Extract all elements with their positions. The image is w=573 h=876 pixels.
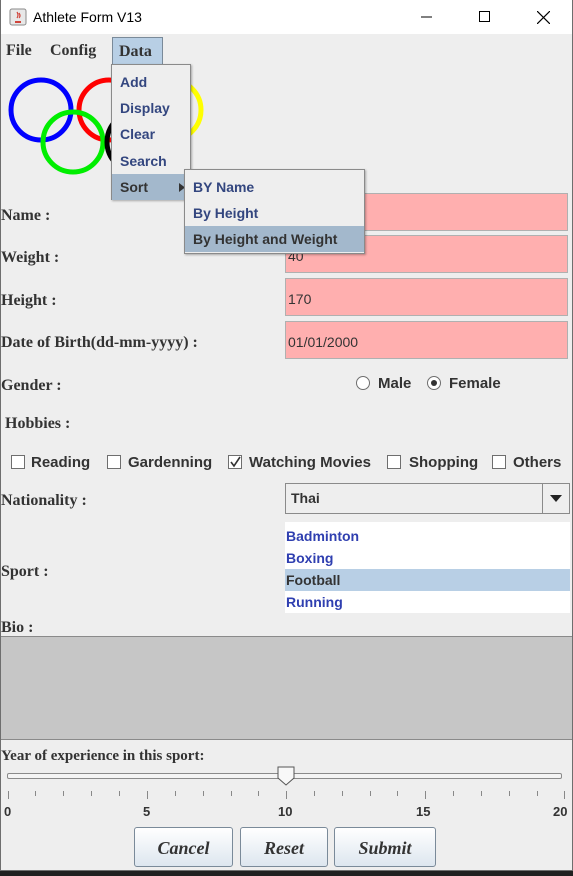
submit-button[interactable]: Submit [334, 827, 436, 867]
slider-minor-tick [397, 791, 398, 796]
hobby-others-checkbox[interactable] [492, 455, 506, 469]
slider-minor-tick [537, 791, 538, 796]
slider-minor-tick [203, 791, 204, 796]
slider-minor-tick [453, 791, 454, 796]
minimize-button[interactable] [398, 0, 456, 34]
title-bar: Athlete Form V13 [1, 0, 572, 34]
slider-tick-label: 5 [143, 804, 151, 819]
menu-data[interactable]: Data [112, 37, 163, 65]
gender-male-radio[interactable] [356, 376, 370, 390]
hobby-others-label: Others [513, 454, 562, 471]
slider-tick-label: 10 [278, 804, 293, 819]
hobby-gardenning-label: Gardenning [128, 454, 213, 471]
hobby-reading-label: Reading [31, 454, 91, 471]
sport-item-football[interactable]: Football [285, 569, 570, 591]
chevron-down-icon [550, 495, 562, 502]
sort-item-by-height[interactable]: By Height [185, 200, 364, 226]
slider-major-tick [286, 791, 287, 799]
sport-item-badminton[interactable]: Badminton [285, 525, 570, 547]
java-app-icon [9, 8, 27, 26]
close-icon [536, 10, 550, 24]
height-label: Height : [1, 292, 57, 309]
slider-tick-label: 20 [553, 804, 568, 819]
dob-label: Date of Birth(dd-mm-yyyy) : [1, 334, 198, 351]
cancel-button[interactable]: Cancel [134, 827, 233, 867]
hobby-reading-checkbox[interactable] [11, 455, 25, 469]
sport-item-running[interactable]: Running [285, 591, 570, 613]
weight-label: Weight : [1, 249, 60, 266]
gender-female-radio[interactable] [427, 376, 441, 390]
slider-minor-tick [35, 791, 36, 796]
sort-item-by-height-and-weight[interactable]: By Height and Weight [185, 226, 364, 252]
height-field[interactable]: 170 [285, 278, 568, 316]
maximize-button[interactable] [456, 0, 514, 34]
slider-major-tick [147, 791, 148, 799]
gender-label: Gender : [1, 377, 62, 394]
hobby-watching-movies-checkbox[interactable] [228, 455, 242, 469]
nationality-combobox[interactable]: Thai [285, 483, 570, 514]
slider-minor-tick [509, 791, 510, 796]
menu-item-display[interactable]: Display [112, 95, 190, 121]
data-menu-popup: Add Display Clear Search Sort [111, 64, 191, 200]
slider-minor-tick [119, 791, 120, 796]
menu-item-clear[interactable]: Clear [112, 121, 190, 147]
menu-item-sort[interactable]: Sort [112, 174, 190, 200]
slider-minor-tick [91, 791, 92, 796]
slider-minor-tick [175, 791, 176, 796]
close-button[interactable] [514, 0, 572, 34]
nationality-value: Thai [291, 490, 320, 506]
experience-slider-thumb[interactable] [277, 766, 295, 786]
menu-config[interactable]: Config [50, 37, 96, 65]
experience-label: Year of experience in this sport: [1, 748, 205, 764]
slider-minor-tick [63, 791, 64, 796]
nationality-dropdown-button[interactable] [542, 484, 569, 513]
sort-item-by-name[interactable]: BY Name [185, 174, 364, 200]
bio-textarea[interactable] [1, 636, 572, 740]
slider-major-tick [8, 791, 9, 799]
slider-minor-tick [314, 791, 315, 796]
menu-file[interactable]: File [6, 37, 32, 65]
sport-item-boxing[interactable]: Boxing [285, 547, 570, 569]
checkmark-icon [230, 456, 241, 468]
hobby-watching-movies-label: Watching Movies [249, 454, 371, 471]
hobby-gardenning-checkbox[interactable] [107, 455, 121, 469]
athlete-form-window: Athlete Form V13 File Config Data Name :… [0, 0, 573, 871]
menu-item-search[interactable]: Search [112, 148, 190, 174]
slider-tick-label: 15 [416, 804, 431, 819]
window-title: Athlete Form V13 [33, 9, 142, 25]
slider-tick-label: 0 [4, 804, 12, 819]
radio-selected-dot [431, 380, 437, 386]
slider-major-tick [564, 791, 565, 799]
hobby-shopping-label: Shopping [409, 454, 479, 471]
slider-major-tick [425, 791, 426, 799]
name-label: Name : [1, 207, 51, 224]
gender-female-label: Female [449, 375, 501, 392]
menu-bar: File Config Data [1, 37, 572, 65]
dob-field[interactable]: 01/01/2000 [285, 321, 568, 359]
sort-submenu-popup: BY Name By Height By Height and Weight [184, 169, 365, 254]
slider-minor-tick [231, 791, 232, 796]
bio-label: Bio : [1, 619, 34, 636]
hobbies-label: Hobbies : [5, 415, 71, 432]
hobby-shopping-checkbox[interactable] [387, 455, 401, 469]
slider-minor-tick [342, 791, 343, 796]
slider-minor-tick [370, 791, 371, 796]
reset-button[interactable]: Reset [240, 827, 328, 867]
menu-item-sort-label: Sort [120, 179, 148, 195]
menu-item-add[interactable]: Add [112, 69, 190, 95]
gender-male-label: Male [378, 375, 412, 392]
sport-label: Sport : [1, 563, 49, 580]
maximize-icon [479, 11, 490, 22]
nationality-label: Nationality : [1, 492, 87, 509]
slider-minor-tick [481, 791, 482, 796]
minimize-icon [421, 16, 432, 18]
slider-minor-tick [258, 791, 259, 796]
